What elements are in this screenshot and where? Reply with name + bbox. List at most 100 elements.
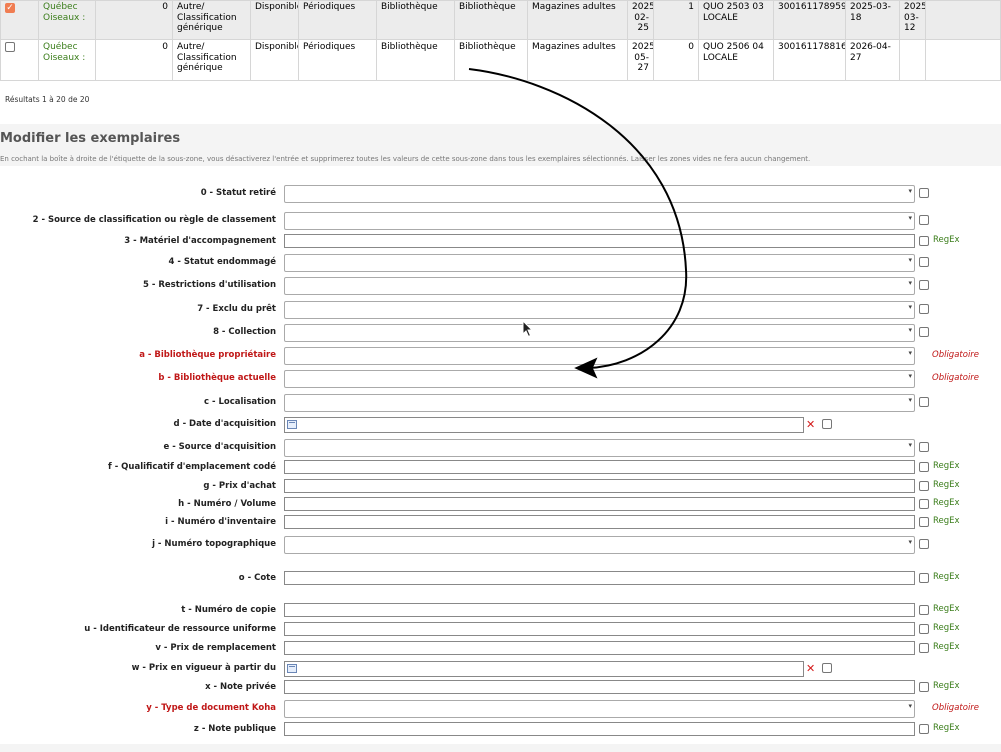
subfield-label: j - Numéro topographique bbox=[152, 539, 276, 549]
dropdown-arrow-icon: ▾ bbox=[908, 214, 912, 222]
table-cell: QUO 2503 03 LOCALE bbox=[698, 0, 774, 40]
required-label: Obligatoire bbox=[932, 373, 980, 383]
table-cell: Périodiques bbox=[298, 39, 377, 81]
subfield-select[interactable]: ▾ bbox=[284, 301, 915, 319]
table-cell: QUO 2506 04 LOCALE bbox=[698, 39, 774, 81]
subfield-select[interactable]: ▾ bbox=[284, 324, 915, 342]
disable-subfield-checkbox[interactable] bbox=[919, 682, 929, 692]
subfield-row: 5 - Restrictions d'utilisation ▾ bbox=[0, 277, 1001, 295]
subfield-text-input[interactable] bbox=[284, 622, 915, 636]
regex-link[interactable]: RegEx bbox=[933, 498, 960, 508]
regex-link[interactable]: RegEx bbox=[933, 572, 960, 582]
subfield-select[interactable]: ▾ bbox=[284, 277, 915, 295]
subfield-select[interactable]: ▾ bbox=[284, 536, 915, 554]
subfield-select[interactable]: ▾ bbox=[284, 347, 915, 365]
subfield-text-input[interactable] bbox=[284, 234, 915, 248]
disable-subfield-checkbox[interactable] bbox=[919, 188, 929, 198]
subfield-text-input[interactable] bbox=[284, 479, 915, 493]
table-cell[interactable]: Québec Oiseaux : bbox=[38, 0, 96, 40]
disable-subfield-checkbox[interactable] bbox=[919, 724, 929, 734]
required-label: Obligatoire bbox=[932, 350, 980, 360]
disable-subfield-checkbox[interactable] bbox=[919, 215, 929, 225]
subfield-select[interactable]: ▾ bbox=[284, 370, 915, 388]
subfield-label: a - Bibliothèque propriétaire bbox=[139, 350, 276, 360]
dropdown-arrow-icon: ▾ bbox=[908, 372, 912, 380]
table-cell bbox=[925, 0, 1001, 40]
calendar-icon[interactable] bbox=[287, 420, 297, 429]
disable-subfield-checkbox[interactable] bbox=[919, 442, 929, 452]
subfield-row: v - Prix de remplacement RegEx bbox=[0, 640, 1001, 658]
table-cell: 0 bbox=[95, 39, 173, 81]
table-cell: Bibliothèque bbox=[376, 39, 455, 81]
subfield-row: b - Bibliothèque actuelle ▾ Obligatoire bbox=[0, 370, 1001, 388]
regex-link[interactable]: RegEx bbox=[933, 235, 960, 245]
subfield-select[interactable]: ▾ bbox=[284, 439, 915, 457]
disable-subfield-checkbox[interactable] bbox=[919, 605, 929, 615]
subfield-text-input[interactable] bbox=[284, 722, 915, 736]
disable-subfield-checkbox[interactable] bbox=[919, 624, 929, 634]
row-select-cell[interactable]: ✓ bbox=[0, 0, 39, 40]
table-cell[interactable]: Québec Oiseaux : bbox=[38, 39, 96, 81]
subfield-select[interactable]: ▾ bbox=[284, 700, 915, 718]
calendar-icon[interactable] bbox=[287, 664, 297, 673]
disable-subfield-checkbox[interactable] bbox=[919, 327, 929, 337]
disable-subfield-checkbox[interactable] bbox=[919, 462, 929, 472]
subfield-row: h - Numéro / Volume RegEx bbox=[0, 496, 1001, 514]
disable-subfield-checkbox[interactable] bbox=[919, 499, 929, 509]
regex-link[interactable]: RegEx bbox=[933, 461, 960, 471]
regex-link[interactable]: RegEx bbox=[933, 723, 960, 733]
subfield-select[interactable]: ▾ bbox=[284, 185, 915, 203]
regex-link[interactable]: RegEx bbox=[933, 642, 960, 652]
subfield-text-input[interactable] bbox=[284, 571, 915, 585]
subfield-select[interactable]: ▾ bbox=[284, 254, 915, 272]
checkbox-icon[interactable]: ✓ bbox=[5, 3, 15, 13]
subfield-text-input[interactable] bbox=[284, 515, 915, 529]
date-input[interactable] bbox=[284, 661, 804, 677]
clear-date-icon[interactable]: ✕ bbox=[806, 418, 815, 431]
subfield-text-input[interactable] bbox=[284, 603, 915, 617]
disable-subfield-checkbox[interactable] bbox=[919, 257, 929, 267]
disable-subfield-checkbox[interactable] bbox=[919, 539, 929, 549]
date-input[interactable] bbox=[284, 417, 804, 433]
subfield-row: w - Prix en vigueur à partir du ✕ bbox=[0, 660, 1001, 678]
subfield-select[interactable]: ▾ bbox=[284, 212, 915, 230]
mouse-cursor-icon bbox=[522, 320, 534, 338]
table-cell: 2025-05-27 bbox=[627, 39, 654, 81]
regex-link[interactable]: RegEx bbox=[933, 480, 960, 490]
row-select-cell[interactable] bbox=[0, 39, 39, 81]
disable-subfield-checkbox[interactable] bbox=[919, 236, 929, 246]
clear-date-icon[interactable]: ✕ bbox=[806, 662, 815, 675]
regex-link[interactable]: RegEx bbox=[933, 516, 960, 526]
checkbox-icon[interactable] bbox=[5, 42, 15, 52]
subfield-label: h - Numéro / Volume bbox=[178, 499, 276, 509]
regex-link[interactable]: RegEx bbox=[933, 681, 960, 691]
disable-subfield-checkbox[interactable] bbox=[822, 663, 832, 673]
subfield-label: c - Localisation bbox=[203, 397, 276, 407]
subfield-row: o - Cote RegEx bbox=[0, 570, 1001, 588]
subfield-label: t - Numéro de copie bbox=[181, 605, 276, 615]
section-title: Modifier les exemplaires bbox=[0, 131, 181, 146]
table-row: ✓ Québec Oiseaux :0 Autre/ Classification … bbox=[0, 0, 1001, 40]
disable-subfield-checkbox[interactable] bbox=[822, 419, 832, 429]
regex-link[interactable]: RegEx bbox=[933, 623, 960, 633]
disable-subfield-checkbox[interactable] bbox=[919, 280, 929, 290]
dropdown-arrow-icon: ▾ bbox=[908, 538, 912, 546]
disable-subfield-checkbox[interactable] bbox=[919, 481, 929, 491]
disable-subfield-checkbox[interactable] bbox=[919, 397, 929, 407]
table-cell: 2025-03-12 bbox=[899, 0, 926, 40]
subfield-text-input[interactable] bbox=[284, 641, 915, 655]
disable-subfield-checkbox[interactable] bbox=[919, 573, 929, 583]
subfield-text-input[interactable] bbox=[284, 497, 915, 511]
subfield-label: 7 - Exclu du prêt bbox=[197, 304, 276, 314]
disable-subfield-checkbox[interactable] bbox=[919, 643, 929, 653]
subfield-row: 2 - Source de classification ou règle de… bbox=[0, 212, 1001, 230]
subfield-label: 2 - Source de classification ou règle de… bbox=[32, 215, 276, 225]
subfield-select[interactable]: ▾ bbox=[284, 394, 915, 412]
subfield-text-input[interactable] bbox=[284, 680, 915, 694]
disable-subfield-checkbox[interactable] bbox=[919, 304, 929, 314]
regex-link[interactable]: RegEx bbox=[933, 604, 960, 614]
subfield-row: i - Numéro d'inventaire RegEx bbox=[0, 514, 1001, 532]
table-cell: Magazines adultes bbox=[527, 39, 628, 81]
subfield-text-input[interactable] bbox=[284, 460, 915, 474]
disable-subfield-checkbox[interactable] bbox=[919, 517, 929, 527]
